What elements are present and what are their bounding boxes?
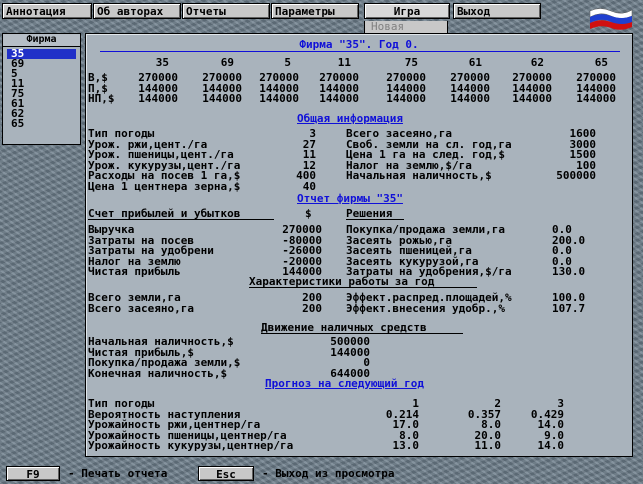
decision-value: 130.0 [552, 265, 586, 278]
firm-column-header: 35 [155, 56, 169, 69]
work-right-value: 107.7 [552, 301, 586, 315]
general-info-left-value: 40 [302, 179, 316, 193]
f9-description: - Печать отчета [68, 467, 168, 480]
cash-underline [261, 333, 463, 334]
firm-list-title: Фирма [3, 34, 80, 47]
firm-row-value: 144000 [202, 92, 242, 105]
firm-list: 35 69 5 11 75 61 62 65 [3, 47, 80, 131]
firm-row-value: 144000 [319, 92, 359, 105]
work-right-label: Эффект.внесения удобр.,% [346, 301, 505, 315]
pl-currency: $ [305, 207, 312, 220]
firm-row-label: НП,$ [88, 92, 115, 105]
menu-game[interactable]: Игра [364, 3, 450, 19]
menu-reports[interactable]: Отчеты [182, 3, 270, 19]
report-title: Фирма "35". Год 0. [299, 38, 419, 51]
esc-description: - Выход из просмотра [262, 467, 395, 480]
general-info-heading: Общая информация [297, 112, 403, 125]
decisions-underline [346, 219, 404, 220]
report-panel: Фирма "35". Год 0. 35 69 5 11 75 61 62 65 В,$ 270… [85, 33, 633, 457]
work-underline [249, 287, 477, 288]
esc-key-button[interactable]: Esc [198, 466, 254, 481]
firm-list-panel: Фирма 35 69 5 11 75 61 62 65 [2, 33, 81, 145]
firm-column-header: 75 [404, 56, 418, 69]
menu-annotation[interactable]: Аннотация [2, 3, 92, 19]
firm-row-value: 144000 [386, 92, 426, 105]
menu-exit[interactable]: Выход [453, 3, 541, 19]
menu-about-authors[interactable]: Об авторах [93, 3, 181, 19]
firm-column-header: 62 [530, 56, 544, 69]
general-info-right-label: Начальная наличность,$ [346, 169, 492, 182]
pl-label: Чистая прибыль [88, 265, 181, 278]
firm-column-header: 5 [284, 56, 291, 69]
general-info-right-value: 500000 [556, 169, 596, 182]
firm-row-value: 144000 [450, 92, 490, 105]
forecast-value: 11.0 [474, 439, 502, 452]
firm-column-header: 61 [468, 56, 482, 69]
pl-underline [88, 219, 274, 220]
work-left-value: 200 [302, 301, 322, 315]
firm-column-header: 65 [594, 56, 608, 69]
title-divider [100, 51, 620, 52]
menu-parameters[interactable]: Параметры [271, 3, 359, 19]
russian-flag-icon [589, 8, 633, 30]
forecast-label: Урожайность кукурузы,центнер/га [88, 439, 294, 452]
cash-label: Конечная наличность,$ [88, 366, 228, 380]
f9-key-button[interactable]: F9 [6, 466, 60, 481]
bottom-bar: F9 - Печать отчета Esc - Выход из просмо… [2, 466, 642, 482]
firm-column-header: 69 [220, 56, 234, 69]
forecast-heading: Прогноз на следующий год [265, 377, 424, 390]
firm-row-value: 144000 [576, 92, 616, 105]
work-left-label: Всего засеяно,га [88, 301, 194, 315]
firm-row-value: 144000 [138, 92, 178, 105]
forecast-value: 13.0 [392, 439, 420, 452]
firm-report-heading: Отчет фирмы "35" [297, 192, 403, 205]
firm-list-item[interactable]: 65 [7, 118, 76, 129]
firm-row-value: 144000 [259, 92, 299, 105]
firm-column-header: 11 [337, 56, 351, 69]
forecast-value: 14.0 [537, 439, 565, 452]
firm-row-value: 144000 [512, 92, 552, 105]
general-info-left-label: Цена 1 центнера зерна,$ [88, 179, 241, 193]
